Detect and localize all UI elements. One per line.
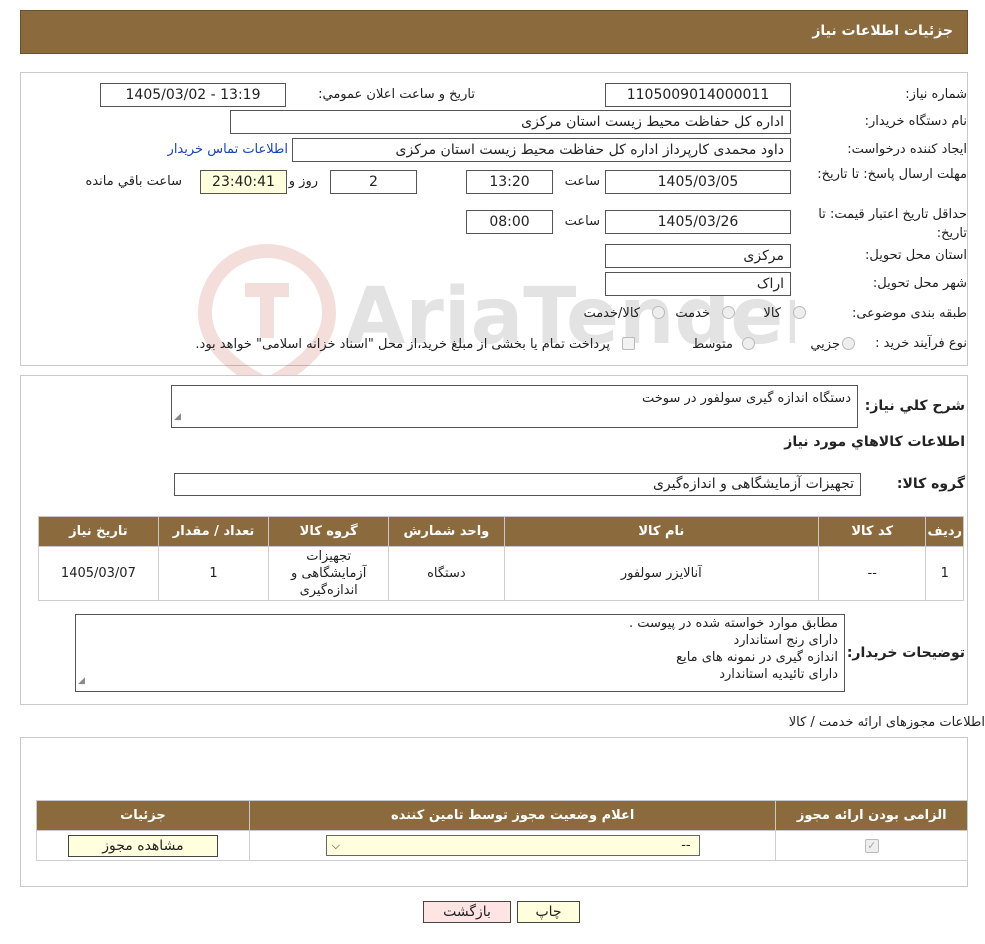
view-permit-button[interactable]: مشاهده مجوز [67,834,218,857]
buyer-org-label: نام دستگاه خریدار: [864,114,967,129]
category-service-radio[interactable] [722,306,735,319]
goods-table-header-row: ردیف کد کالا نام کالا واحد شمارش گروه کا… [38,516,964,547]
table-row: 1 -- آنالایزر سولفور دستگاه تجهیزات آزما… [38,546,964,601]
cell-quantity: 1 [157,546,270,601]
permits-title: اطلاعات مجوزهای ارائه خدمت / کالا [788,715,985,730]
category-goods-radio[interactable] [793,306,806,319]
announce-date-field[interactable]: 1405/03/02 - 13:19 [100,83,286,107]
col-need-date: تاریخ نیاز [38,516,159,547]
province-field[interactable]: مرکزی [605,244,791,268]
summary-label: شرح کلي نیاز: [864,398,965,414]
cell-goods-name: آنالایزر سولفور [503,546,819,601]
cell-goods-code: -- [817,546,927,601]
category-goods-label: کالا [763,306,781,321]
announce-date-label: تاریخ و ساعت اعلان عمومي: [318,87,475,102]
col-unit: واحد شمارش [388,516,505,547]
buyer-note-line: دارای تائیدیه استاندارد [719,667,838,682]
days-remaining-field[interactable]: 2 [330,170,417,194]
print-button[interactable]: چاپ [517,901,580,923]
col-quantity: تعداد / مقدار [157,516,270,547]
col-goods-group: گروه کالا [268,516,390,547]
process-medium-radio[interactable] [742,337,755,350]
buyer-note-line: دارای رنج استاندارد [733,633,838,648]
validity-time-field[interactable]: 08:00 [466,210,553,234]
col-goods-code: کد کالا [817,516,927,547]
cell-row-number: 1 [925,546,964,601]
remaining-time-label: ساعت باقي مانده [85,174,182,189]
process-medium-label: متوسط [692,337,733,352]
goods-table-wrapper: ردیف کد کالا نام کالا واحد شمارش گروه کا… [38,516,964,601]
col-permit-required: الزامی بودن ارائه مجوز [775,800,968,831]
resize-grip-icon[interactable]: ◢ [78,673,85,690]
treasury-payment-checkbox[interactable] [622,337,635,350]
validity-label: حداقل تاریخ اعتبار قیمت: تا تاریخ: [818,207,967,241]
category-label: طبقه بندی موضوعی: [851,306,967,321]
category-service-label: خدمت [675,306,710,321]
days-label: روز و [288,174,318,189]
buyer-contact-link[interactable]: اطلاعات تماس خریدار [168,142,288,157]
cell-permit-required: ✓ [775,830,968,861]
summary-textarea[interactable]: دستگاه اندازه گیری سولفور در سوخت ◢ [171,385,858,428]
chevron-down-icon: ⌵ [331,839,340,852]
permits-table-wrapper: الزامی بودن ارائه مجوز اعلام وضعیت مجوز … [36,800,968,861]
permits-table: الزامی بودن ارائه مجوز اعلام وضعیت مجوز … [36,800,968,861]
col-permit-details: جزئیات [36,800,250,831]
process-minor-label: جزیي [810,337,840,352]
resize-grip-icon[interactable]: ◢ [174,409,181,426]
goods-info-title: اطلاعات کالاهاي مورد نیاز [784,434,965,450]
buyer-notes-textarea[interactable]: مطابق موارد خواسته شده در پیوست . دارای … [75,614,845,692]
back-button[interactable]: بازگشت [423,901,511,923]
category-goods-service-label: کالا/خدمت [583,306,640,321]
need-number-field[interactable]: 1105009014000011 [605,83,791,107]
buyer-note-line: مطابق موارد خواسته شده در پیوست . [629,616,838,631]
page-title: جزئیات اطلاعات نیاز [812,23,953,39]
permit-status-select[interactable]: -- ⌵ [325,835,700,856]
permit-required-checkbox[interactable]: ✓ [864,838,879,853]
need-number-label: شماره نیاز: [905,87,967,102]
validity-date-field[interactable]: 1405/03/26 [605,210,791,234]
page-header: جزئیات اطلاعات نیاز [20,10,968,54]
goods-table: ردیف کد کالا نام کالا واحد شمارش گروه کا… [38,516,964,601]
cell-permit-status: -- ⌵ [248,830,777,861]
buyer-org-field[interactable]: اداره کل حفاظت محیط زیست استان مرکزی [230,110,791,134]
buyer-note-line: اندازه گیری در نمونه های مایع [676,650,838,665]
col-row-number: ردیف [925,516,964,547]
validity-time-label: ساعت [564,214,600,229]
treasury-payment-note: پرداخت تمام یا بخشی از مبلغ خرید،از محل … [195,337,610,352]
goods-group-label: گروه کالا: [896,476,965,492]
cell-goods-group: تجهیزات آزمایشگاهی و اندازه‌گیری [268,546,390,601]
deadline-time-label: ساعت [564,174,600,189]
creator-label: ایجاد کننده درخواست: [847,142,967,157]
goods-group-field[interactable]: تجهیزات آزمایشگاهی و اندازه‌گیری [174,473,861,496]
summary-text: دستگاه اندازه گیری سولفور در سوخت [641,391,851,406]
col-goods-name: نام کالا [503,516,819,547]
remaining-time-field[interactable]: 23:40:41 [200,170,287,194]
permits-table-header-row: الزامی بودن ارائه مجوز اعلام وضعیت مجوز … [36,800,968,831]
process-minor-radio[interactable] [842,337,855,350]
cell-permit-details: مشاهده مجوز [36,830,250,861]
deadline-time-field[interactable]: 13:20 [466,170,553,194]
city-field[interactable]: اراک [605,272,791,296]
city-label: شهر محل تحویل: [872,276,967,291]
process-type-label: نوع فرآیند خرید : [875,336,967,351]
buyer-notes-label: توضیحات خریدار: [846,645,965,661]
category-goods-service-radio[interactable] [652,306,665,319]
deadline-date-field[interactable]: 1405/03/05 [605,170,791,194]
cell-need-date: 1405/03/07 [38,546,159,601]
creator-field[interactable]: داود محمدی کارپرداز اداره کل حفاظت محیط … [292,138,791,162]
deadline-label: مهلت ارسال پاسخ: تا تاریخ: [817,167,967,182]
permit-status-value: -- [681,838,691,853]
cell-unit: دستگاه [388,546,505,601]
province-label: استان محل تحویل: [865,248,967,263]
col-permit-status: اعلام وضعیت مجوز توسط تامین کننده [248,800,777,831]
table-row: ✓ -- ⌵ مشاهده مجوز [36,830,968,861]
